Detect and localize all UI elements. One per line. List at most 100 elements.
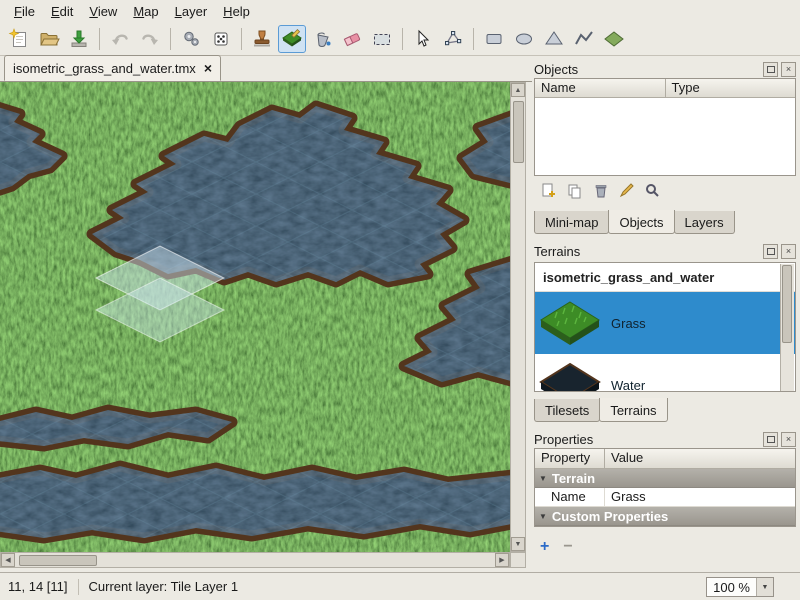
menu-file[interactable]: File (6, 2, 43, 21)
tab-mini-map[interactable]: Mini-map (534, 211, 609, 234)
water-tile-icon (539, 362, 601, 392)
save-button[interactable] (65, 25, 93, 53)
property-name: Name (535, 488, 605, 506)
close-tab-icon[interactable]: × (204, 61, 212, 75)
terrain-item-label: Water (611, 378, 645, 393)
rectangular-select-button[interactable] (368, 25, 396, 53)
terrain-item-grass[interactable]: Grass (535, 292, 795, 354)
terrain-item-water[interactable]: Water (535, 354, 795, 392)
tab-layers[interactable]: Layers (674, 211, 735, 234)
scrollbar-corner (510, 552, 526, 568)
zoom-value: 100 % (707, 580, 756, 595)
objects-table: Name Type (534, 78, 796, 176)
insert-tile-button[interactable] (600, 25, 628, 53)
close-panel-button[interactable]: × (781, 62, 796, 77)
terrain-list: isometric_grass_and_water Grass Water (534, 262, 796, 392)
objects-table-body[interactable] (535, 98, 795, 176)
open-folder-icon (38, 28, 60, 50)
vertical-scrollbar[interactable]: ▲ ▼ (510, 82, 526, 552)
float-icon (767, 66, 775, 73)
main-toolbar (0, 22, 800, 56)
menu-help[interactable]: Help (215, 2, 258, 21)
property-group-label: Custom Properties (552, 509, 668, 524)
property-group-terrain[interactable]: ▼ Terrain (535, 469, 795, 488)
stamp-brush-icon (251, 28, 273, 50)
toolbar-separator (402, 28, 403, 50)
duplicate-object-button[interactable] (564, 180, 584, 200)
automapping-button[interactable] (177, 25, 205, 53)
close-panel-button[interactable]: × (781, 244, 796, 259)
float-panel-button[interactable] (763, 62, 778, 77)
vertical-scroll-thumb[interactable] (513, 101, 524, 163)
add-property-button[interactable]: + (540, 540, 549, 554)
float-panel-button[interactable] (763, 432, 778, 447)
insert-ellipse-button[interactable] (510, 25, 538, 53)
new-map-button[interactable] (5, 25, 33, 53)
map-canvas[interactable] (0, 82, 510, 552)
redo-icon (139, 28, 161, 50)
scroll-down-icon[interactable]: ▼ (511, 537, 525, 551)
terrain-scroll-thumb[interactable] (782, 265, 792, 343)
status-separator (78, 579, 79, 595)
menu-edit[interactable]: Edit (43, 2, 81, 21)
terrains-panel-title: Terrains (534, 244, 580, 259)
open-button[interactable] (35, 25, 63, 53)
bucket-fill-button[interactable] (308, 25, 336, 53)
menu-map[interactable]: Map (125, 2, 166, 21)
toolbar-separator (473, 28, 474, 50)
properties-column-value: Value (605, 449, 795, 468)
menu-layer[interactable]: Layer (167, 2, 216, 21)
save-icon (68, 28, 90, 50)
edit-object-button[interactable] (616, 180, 636, 200)
eraser-button[interactable] (338, 25, 366, 53)
close-panel-button[interactable]: × (781, 432, 796, 447)
duplicate-object-icon (566, 182, 583, 199)
insert-polygon-button[interactable] (540, 25, 568, 53)
zoom-select[interactable]: 100 % ▼ (706, 577, 774, 597)
goto-object-button[interactable] (642, 180, 662, 200)
horizontal-scroll-thumb[interactable] (19, 555, 97, 566)
add-object-button[interactable] (538, 180, 558, 200)
scroll-up-icon[interactable]: ▲ (511, 83, 525, 97)
chevron-down-icon: ▼ (539, 474, 547, 483)
magnifier-icon (644, 182, 661, 199)
select-objects-button[interactable] (409, 25, 437, 53)
grass-tile-icon (539, 300, 601, 346)
redo-button[interactable] (136, 25, 164, 53)
tab-objects[interactable]: Objects (608, 210, 674, 234)
property-value[interactable]: Grass (605, 488, 795, 506)
property-row-name[interactable]: Name Grass (535, 488, 795, 507)
toolbar-separator (241, 28, 242, 50)
undo-button[interactable] (106, 25, 134, 53)
new-map-icon (8, 28, 30, 50)
insert-polyline-icon (573, 28, 595, 50)
insert-rectangle-button[interactable] (480, 25, 508, 53)
remove-property-button[interactable]: − (563, 540, 572, 554)
remove-object-button[interactable] (590, 180, 610, 200)
insert-rectangle-icon (483, 28, 505, 50)
insert-polyline-button[interactable] (570, 25, 598, 53)
add-object-icon (540, 182, 557, 199)
edit-polygons-icon (442, 28, 464, 50)
edit-polygons-button[interactable] (439, 25, 467, 53)
tab-tilesets[interactable]: Tilesets (534, 399, 600, 422)
properties-panel-title: Properties (534, 432, 593, 447)
float-panel-button[interactable] (763, 244, 778, 259)
scroll-right-icon[interactable]: ▶ (495, 553, 509, 567)
document-tab[interactable]: isometric_grass_and_water.tmx × (4, 55, 221, 81)
property-group-custom[interactable]: ▼ Custom Properties (535, 507, 795, 526)
random-mode-button[interactable] (207, 25, 235, 53)
menu-view[interactable]: View (81, 2, 125, 21)
tileset-tab-bar: Tilesets Terrains (534, 396, 667, 422)
terrain-list-scrollbar[interactable] (780, 264, 794, 392)
terrain-brush-button[interactable] (278, 25, 306, 53)
document-tab-bar: isometric_grass_and_water.tmx × (0, 56, 532, 82)
stamp-brush-button[interactable] (248, 25, 276, 53)
status-coordinates: 11, 14 [11] (8, 579, 68, 594)
tab-terrains[interactable]: Terrains (599, 398, 667, 422)
document-tab-title: isometric_grass_and_water.tmx (13, 61, 196, 76)
scroll-left-icon[interactable]: ◀ (1, 553, 15, 567)
trash-icon (592, 182, 609, 199)
horizontal-scrollbar[interactable]: ◀ ▶ (0, 552, 510, 568)
properties-toolbar: + − (540, 540, 573, 554)
